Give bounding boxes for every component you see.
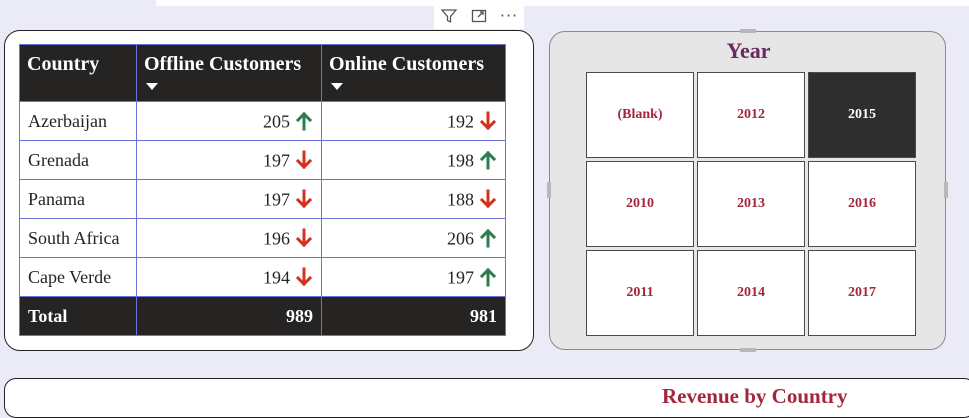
cell-value: 197 (263, 150, 290, 171)
cell-offline-customers: 196 (136, 218, 322, 258)
more-options-icon[interactable]: ··· (494, 3, 524, 29)
arrow-down-icon (479, 189, 497, 208)
column-header-offline-customers[interactable]: Offline Customers (136, 44, 322, 102)
cell-value: 196 (263, 228, 290, 249)
cell-online-customers: 197 (321, 257, 506, 297)
table-row[interactable]: Grenada 197 198 (19, 140, 506, 180)
year-slicer-visual: Year (Blank) 2012 2015 2010 2013 2016 2011 2014… (547, 29, 948, 352)
table-visual-header: ··· (434, 3, 524, 29)
cell-country: Grenada (19, 140, 137, 180)
cell-value: 206 (447, 228, 474, 249)
total-offline: 989 (136, 296, 322, 336)
slicer-tile[interactable]: 2015 (808, 72, 916, 158)
arrow-down-icon (295, 189, 313, 208)
slicer-tile[interactable]: 2011 (586, 250, 694, 336)
cell-value: 192 (447, 111, 474, 132)
slicer-tile[interactable]: 2010 (586, 161, 694, 247)
slicer-tile[interactable]: 2017 (808, 250, 916, 336)
cell-offline-customers: 194 (136, 257, 322, 297)
cell-country: Azerbaijan (19, 101, 137, 141)
total-row: Total 989 981 (19, 296, 506, 336)
arrow-up-icon (479, 228, 497, 248)
cell-value: 188 (447, 189, 474, 210)
resize-handle-right[interactable] (944, 182, 948, 198)
focus-mode-icon[interactable] (464, 3, 494, 29)
slicer-title: Year (726, 38, 771, 63)
total-online: 981 (321, 296, 506, 336)
cell-offline-customers: 197 (136, 179, 322, 219)
revenue-by-country-visual: Revenue by Country (4, 378, 969, 418)
cell-online-customers: 188 (321, 179, 506, 219)
total-label: Total (19, 296, 137, 336)
cell-offline-customers: 197 (136, 140, 322, 180)
cell-value: 197 (263, 189, 290, 210)
cell-online-customers: 192 (321, 101, 506, 141)
arrow-down-icon (295, 267, 313, 286)
filter-icon[interactable] (434, 3, 464, 29)
visual-title: Revenue by Country (662, 384, 848, 408)
top-canvas-strip (156, 0, 969, 6)
table-row[interactable]: Azerbaijan 205 192 (19, 101, 506, 141)
column-header-country[interactable]: Country (19, 44, 137, 102)
slicer-tile[interactable]: (Blank) (586, 72, 694, 158)
table-row[interactable]: Cape Verde 194 197 (19, 257, 506, 297)
resize-handle-left[interactable] (547, 182, 551, 198)
slicer-tile[interactable]: 2016 (808, 161, 916, 247)
arrow-down-icon (295, 150, 313, 169)
slicer-tile[interactable]: 2013 (697, 161, 805, 247)
cell-offline-customers: 205 (136, 101, 322, 141)
sort-descending-icon (331, 83, 343, 90)
resize-handle-top[interactable] (740, 29, 756, 33)
customers-table: Country Offline Customers Online Custome… (19, 44, 506, 336)
arrow-up-icon (479, 267, 497, 287)
resize-handle-bottom[interactable] (740, 348, 756, 352)
cell-country: South Africa (19, 218, 137, 258)
cell-value: 198 (447, 150, 474, 171)
year-tile-grid: (Blank) 2012 2015 2010 2013 2016 2011 2014 2017 (586, 72, 916, 336)
cell-value: 205 (263, 111, 290, 132)
sort-descending-icon (146, 83, 158, 90)
cell-value: 194 (263, 267, 290, 288)
cell-online-customers: 198 (321, 140, 506, 180)
cell-country: Cape Verde (19, 257, 137, 297)
arrow-up-icon (479, 150, 497, 170)
arrow-down-icon (479, 111, 497, 130)
slicer-tile[interactable]: 2012 (697, 72, 805, 158)
slicer-tile[interactable]: 2014 (697, 250, 805, 336)
cell-online-customers: 206 (321, 218, 506, 258)
cell-value: 197 (447, 267, 474, 288)
column-header-online-customers[interactable]: Online Customers (321, 44, 506, 102)
table-row[interactable]: South Africa 196 206 (19, 218, 506, 258)
customers-table-visual: Country Offline Customers Online Custome… (4, 30, 534, 351)
arrow-down-icon (295, 228, 313, 247)
table-row[interactable]: Panama 197 188 (19, 179, 506, 219)
arrow-up-icon (295, 111, 313, 131)
cell-country: Panama (19, 179, 137, 219)
